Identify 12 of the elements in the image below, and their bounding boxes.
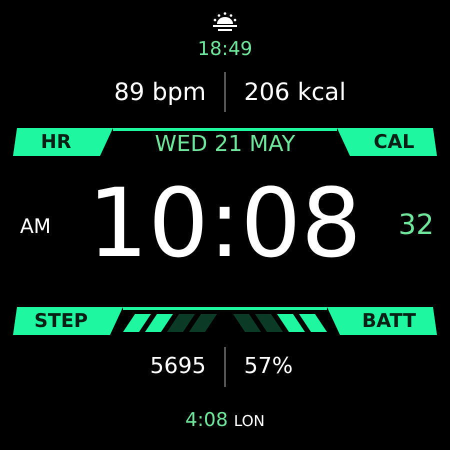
am-pm-label: AM (20, 214, 51, 238)
steps-value: 5695 (149, 353, 207, 381)
date-text: WED 21 MAY (154, 132, 296, 156)
world-clock-time: 4:08 (185, 409, 228, 431)
calories-value: 206 kcal (243, 78, 347, 106)
clock-time: 10:08 (88, 174, 362, 274)
sunset-time: 18:49 (198, 38, 252, 60)
battery-value: 57% (243, 353, 294, 381)
seconds-value: 32 (398, 208, 434, 241)
heart-rate-value: 89 bpm (112, 78, 207, 106)
sunset-icon (212, 12, 238, 32)
world-clock-city: LON (234, 412, 265, 430)
